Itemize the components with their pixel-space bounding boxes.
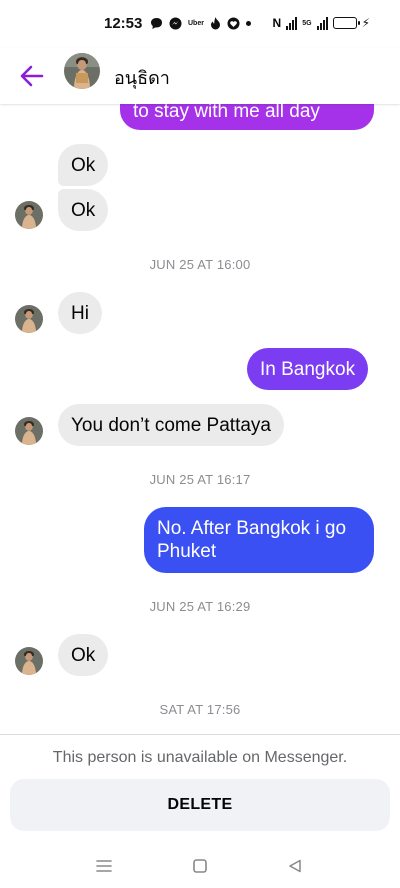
message-text: No. After Bangkok i go Phuket bbox=[157, 518, 347, 562]
outgoing-message[interactable]: No. After Bangkok i go Phuket bbox=[144, 507, 374, 573]
messenger-icon bbox=[169, 14, 182, 32]
outgoing-message[interactable]: to stay with me all day bbox=[120, 104, 374, 130]
incoming-message[interactable]: Ok bbox=[58, 189, 109, 231]
system-status-icons: N 5G ⚡ bbox=[273, 14, 370, 32]
timestamp: JUN 25 AT 16:00 bbox=[149, 257, 251, 272]
message-text: Ok bbox=[71, 645, 96, 666]
message-text: Ok bbox=[71, 200, 96, 221]
sender-avatar[interactable] bbox=[15, 417, 43, 445]
network-type-label: 5G bbox=[302, 19, 312, 27]
nfc-icon: N bbox=[272, 16, 282, 30]
battery-icon bbox=[332, 17, 360, 29]
outgoing-message[interactable]: In Bangkok bbox=[247, 348, 369, 390]
back-nav-button[interactable] bbox=[283, 854, 307, 878]
contact-avatar[interactable] bbox=[64, 53, 100, 89]
incoming-message[interactable]: Hi bbox=[58, 292, 102, 334]
message-list[interactable]: to stay with me all day Ok Ok JUN 25 AT … bbox=[0, 104, 400, 734]
tinder-icon bbox=[210, 14, 221, 32]
back-button[interactable] bbox=[14, 58, 50, 94]
chat-icon bbox=[150, 14, 163, 32]
sender-avatar[interactable] bbox=[15, 201, 43, 229]
contact-name[interactable]: อนุธิดา bbox=[114, 63, 170, 92]
sender-avatar[interactable] bbox=[15, 305, 43, 333]
notification-icons: Uber bbox=[150, 14, 251, 32]
menu-button[interactable] bbox=[92, 854, 116, 878]
message-text: You don’t come Pattaya bbox=[71, 415, 271, 436]
unavailable-text: This person is unavailable on Messenger. bbox=[52, 749, 348, 766]
conversation-header: อนุธิดา bbox=[0, 48, 400, 104]
home-square-icon bbox=[193, 859, 207, 873]
status-time: 12:53 bbox=[104, 15, 143, 32]
incoming-message[interactable]: Ok bbox=[58, 634, 109, 676]
message-text: Ok bbox=[71, 155, 96, 176]
incoming-message[interactable]: Ok bbox=[58, 144, 109, 186]
timestamp: SAT AT 17:56 bbox=[159, 702, 241, 717]
signal-icon-1 bbox=[286, 16, 298, 30]
delete-button[interactable]: DELETE bbox=[10, 779, 390, 831]
message-text: Hi bbox=[71, 303, 89, 324]
system-nav-bar bbox=[0, 846, 400, 888]
timestamp: JUN 25 AT 16:29 bbox=[149, 599, 251, 614]
home-button[interactable] bbox=[188, 854, 212, 878]
message-text: In Bangkok bbox=[260, 359, 356, 380]
heart-app-icon bbox=[227, 14, 240, 32]
message-text: to stay with me all day bbox=[133, 104, 320, 122]
uber-icon: Uber bbox=[188, 19, 204, 27]
sender-avatar[interactable] bbox=[15, 647, 43, 675]
timestamp: JUN 25 AT 16:17 bbox=[149, 472, 251, 487]
signal-icon-2 bbox=[316, 16, 328, 30]
unavailable-notice: This person is unavailable on Messenger.… bbox=[0, 734, 400, 854]
dot-icon bbox=[245, 14, 251, 32]
arrow-left-icon bbox=[20, 65, 44, 87]
menu-icon bbox=[96, 860, 112, 872]
back-triangle-icon bbox=[289, 859, 301, 873]
charging-icon: ⚡ bbox=[361, 16, 370, 30]
incoming-message[interactable]: You don’t come Pattaya bbox=[58, 404, 284, 446]
status-bar: 12:53 Uber N 5G ⚡ bbox=[0, 0, 400, 48]
